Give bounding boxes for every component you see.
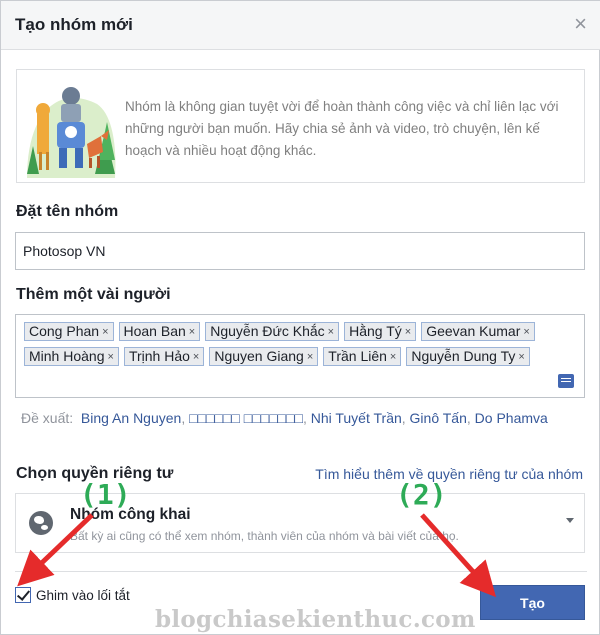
dialog-title: Tạo nhóm mới xyxy=(15,15,133,34)
note-icon[interactable] xyxy=(558,374,574,388)
close-icon[interactable]: × xyxy=(574,13,587,35)
pin-shortcut-checkbox[interactable] xyxy=(15,587,31,603)
member-tag: Minh Hoàng × xyxy=(24,347,119,366)
member-tags: Cong Phan × Hoan Ban × Nguyễn Đức Khắc × Hằng … xyxy=(24,322,574,366)
chevron-down-icon xyxy=(566,518,574,523)
pin-shortcut-row: Ghim vào lối tắt xyxy=(15,587,130,603)
member-tag: Geevan Kumar × xyxy=(421,322,535,341)
intro-box: Nhóm là không gian tuyệt vời để hoàn thà… xyxy=(16,69,585,183)
suggestion-item[interactable]: Ginô Tấn xyxy=(410,410,467,426)
dialog-header: Tạo nhóm mới × xyxy=(1,1,600,50)
remove-member-icon[interactable]: × xyxy=(390,351,396,363)
suggestion-item[interactable]: Nhi Tuyết Trần xyxy=(311,410,402,426)
footer-divider xyxy=(15,571,587,572)
member-tag: Hằng Tý × xyxy=(344,322,417,341)
member-tag-name: Nguyễn Đức Khắc xyxy=(210,323,325,339)
privacy-learn-more-link[interactable]: Tìm hiểu thêm về quyền riêng tư của nhóm xyxy=(315,466,583,482)
members-input[interactable]: Cong Phan × Hoan Ban × Nguyễn Đức Khắc × Hằng … xyxy=(15,314,585,398)
member-tag-name: Nguyen Giang xyxy=(214,348,304,364)
member-tag-name: Minh Hoàng xyxy=(29,348,105,364)
globe-icon xyxy=(29,511,53,535)
member-tag: Trần Liên × xyxy=(323,347,402,366)
member-tag: Cong Phan × xyxy=(24,322,114,341)
suggestions: Đề xuất: Bing An Nguyen, □□□□□□ □□□□□□□,… xyxy=(21,410,548,426)
member-tag-name: Nguyễn Dung Ty xyxy=(411,348,516,364)
suggestions-prefix: Đề xuất: xyxy=(21,410,74,426)
suggestion-item[interactable]: Bing An Nguyen xyxy=(81,410,181,426)
remove-member-icon[interactable]: × xyxy=(405,326,411,338)
suggestion-item[interactable]: □□□□□□ □□□□□□□ xyxy=(189,410,303,426)
animals-illustration-icon xyxy=(27,87,116,178)
member-tag-name: Hằng Tý xyxy=(349,323,402,339)
remove-member-icon[interactable]: × xyxy=(193,351,199,363)
create-button[interactable]: Tạo xyxy=(480,585,585,620)
member-tag: Nguyễn Đức Khắc × xyxy=(205,322,340,341)
member-tag-name: Geevan Kumar xyxy=(426,323,521,339)
member-tag-name: Trần Liên xyxy=(328,348,387,364)
members-label: Thêm một vài người xyxy=(16,286,171,303)
remove-member-icon[interactable]: × xyxy=(328,326,334,338)
annotation-step-1: (1) xyxy=(80,478,131,511)
member-tag: Nguyen Giang × xyxy=(209,347,319,366)
member-tag-name: Cong Phan xyxy=(29,323,100,339)
privacy-option-desc: Bất kỳ ai cũng có thể xem nhóm, thành vi… xyxy=(70,529,459,543)
member-tag: Nguyễn Dung Ty × xyxy=(406,347,530,366)
annotation-step-2: (2) xyxy=(396,478,447,511)
group-name-input[interactable] xyxy=(15,232,585,270)
pin-shortcut-label: Ghim vào lối tắt xyxy=(36,587,130,603)
remove-member-icon[interactable]: × xyxy=(523,326,529,338)
suggestion-item[interactable]: Do Phamva xyxy=(475,410,548,426)
remove-member-icon[interactable]: × xyxy=(189,326,195,338)
intro-text: Nhóm là không gian tuyệt vời để hoàn thà… xyxy=(125,99,559,158)
create-group-dialog: Tạo nhóm mới × Nhóm là không gian tuyệt … xyxy=(0,0,600,635)
member-tag: Trịnh Hảo × xyxy=(123,347,205,366)
member-tag: Hoan Ban × xyxy=(118,322,201,341)
group-name-label: Đặt tên nhóm xyxy=(16,203,119,220)
remove-member-icon[interactable]: × xyxy=(518,351,524,363)
remove-member-icon[interactable]: × xyxy=(108,351,114,363)
remove-member-icon[interactable]: × xyxy=(307,351,313,363)
remove-member-icon[interactable]: × xyxy=(102,326,108,338)
member-tag-name: Trịnh Hảo xyxy=(128,348,190,364)
watermark: blogchiasekienthuc.com xyxy=(155,606,476,633)
member-tag-name: Hoan Ban xyxy=(123,323,186,339)
